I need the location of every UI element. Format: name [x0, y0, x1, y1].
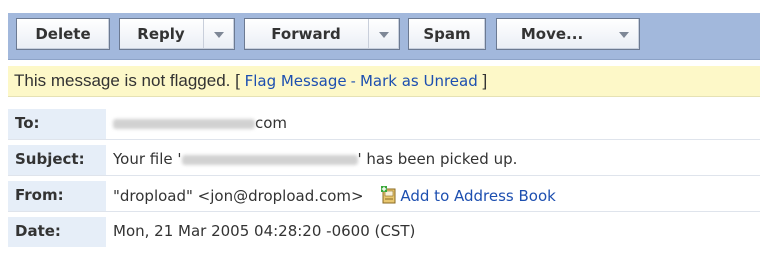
chevron-down-icon [379, 32, 389, 38]
move-dropdown-toggle[interactable] [609, 19, 639, 49]
reply-dropdown-toggle[interactable] [203, 19, 234, 49]
flag-message-link[interactable]: Flag Message [245, 72, 347, 90]
add-to-address-book-link[interactable]: Add to Address Book [400, 187, 555, 205]
forward-button-label: Forward [271, 25, 341, 43]
from-value: "dropload" <jon@dropload.com> [113, 187, 364, 205]
forward-dropdown-toggle[interactable] [368, 19, 399, 49]
redacted-email [113, 118, 255, 129]
to-value: com [113, 114, 287, 132]
flag-status-closing: ] [477, 71, 488, 90]
date-value: Mon, 21 Mar 2005 04:28:20 -0600 (CST) [113, 222, 416, 240]
from-label-cell: From: [8, 181, 106, 211]
from-label: From: [15, 186, 64, 204]
mark-as-unread-link[interactable]: Mark as Unread [360, 72, 478, 90]
subject-prefix: Your file ' [113, 150, 182, 168]
date-label-cell: Date: [8, 217, 106, 247]
from-value-wrap: "dropload" <jon@dropload.com> Add to Add… [113, 186, 556, 205]
header-row-date: Date: Mon, 21 Mar 2005 04:28:20 -0600 (C… [8, 217, 760, 247]
move-button-label: Move... [520, 25, 584, 43]
header-row-subject: Subject: Your file ' ' has been picked up… [8, 145, 760, 176]
delete-button-label: Delete [35, 25, 91, 43]
date-label: Date: [15, 222, 61, 240]
redacted-filename [181, 154, 358, 165]
subject-suffix: ' has been picked up. [357, 150, 518, 168]
header-row-from: From: "dropload" <jon@dropload.com> Add … [8, 181, 760, 212]
spam-button-label: Spam [423, 25, 471, 43]
chevron-down-icon [619, 32, 629, 38]
header-row-to: To: com [8, 109, 760, 140]
reply-button[interactable]: Reply [119, 18, 235, 50]
to-label-cell: To: [8, 109, 106, 139]
to-label: To: [15, 114, 40, 132]
flag-link-separator: - [346, 73, 360, 90]
forward-button[interactable]: Forward [244, 18, 400, 50]
flag-status-bar: This message is not flagged. [ Flag Mess… [8, 66, 760, 97]
subject-label: Subject: [15, 150, 85, 168]
spam-button[interactable]: Spam [408, 18, 486, 50]
to-value-suffix: com [255, 114, 288, 132]
toolbar: Delete Reply Forward Spam Move... [0, 0, 760, 66]
chevron-down-icon [214, 32, 224, 38]
delete-button[interactable]: Delete [16, 18, 110, 50]
address-book-icon[interactable] [380, 186, 398, 204]
reply-button-label: Reply [137, 25, 185, 43]
flag-status-text: This message is not flagged. [ [14, 71, 240, 90]
subject-label-cell: Subject: [8, 145, 106, 175]
move-button[interactable]: Move... [496, 18, 640, 50]
subject-value: Your file ' ' has been picked up. [113, 150, 517, 168]
